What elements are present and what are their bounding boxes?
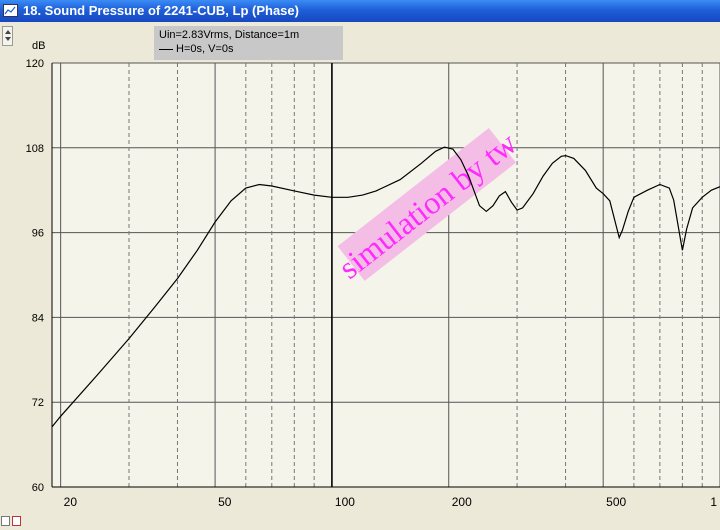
legend-box: Uin=2.83Vrms, Distance=1m H=0s, V=0s	[154, 26, 343, 60]
y-tick-labels: 120 108 96 84 72 60	[26, 58, 44, 494]
legend-series-label: H=0s, V=0s	[176, 43, 234, 55]
x-tick-label: 100	[335, 495, 355, 509]
zoom-icon[interactable]	[1, 516, 10, 526]
bottom-toolbar	[0, 514, 24, 528]
x-tick-label: 500	[606, 495, 626, 509]
y-tick-label: 108	[26, 143, 44, 155]
legend-conditions: Uin=2.83Vrms, Distance=1m	[159, 29, 300, 41]
frequency-response-plot: simulation by tw 12010896847260 20 50 100 2…	[26, 58, 720, 509]
y-axis-unit-label: dB	[32, 40, 46, 52]
plot-background	[52, 63, 720, 487]
y-tick-label: 72	[32, 397, 44, 409]
legend-line-swatch	[159, 49, 173, 50]
y-tick-label: 96	[32, 228, 44, 240]
x-tick-label: 200	[452, 495, 472, 509]
y-tick-label: 60	[32, 482, 44, 494]
y-tick-label: 84	[32, 312, 44, 324]
x-tick-labels: 20 50 100 200 500 1	[64, 495, 718, 509]
y-tick-label: 120	[26, 58, 44, 70]
x-tick-label: 50	[218, 495, 232, 509]
close-icon[interactable]	[12, 516, 21, 526]
x-tick-label: 1	[710, 495, 717, 509]
x-tick-label: 20	[64, 495, 78, 509]
